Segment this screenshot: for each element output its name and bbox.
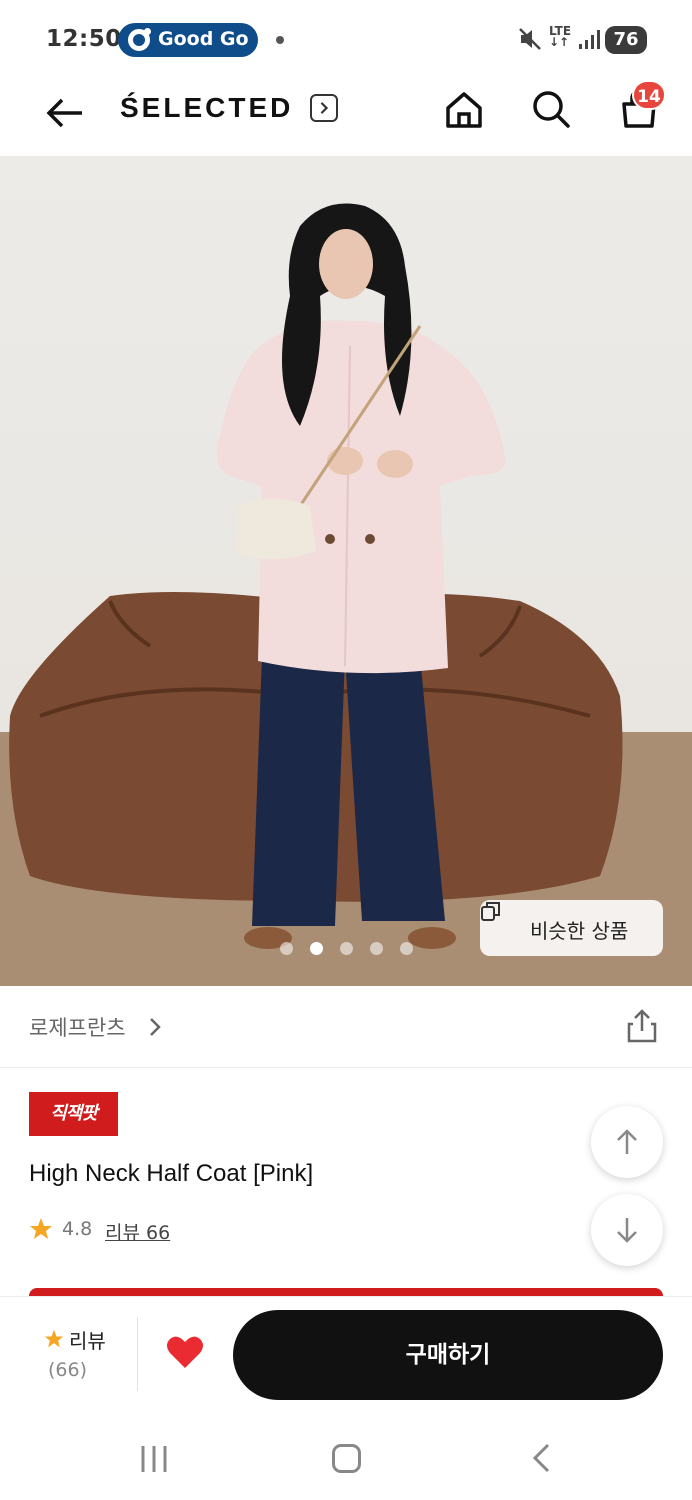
chevron-right-icon[interactable] [310,94,338,122]
buy-button[interactable]: 구매하기 [233,1310,663,1400]
back-nav-icon[interactable] [530,1442,552,1474]
network-type: LTE ↓↑ [549,24,572,49]
store-logo[interactable]: ŚELECTED [120,92,293,124]
battery-indicator: 76 [605,26,647,54]
product-image-gallery[interactable]: 비슷한 상품 [0,156,692,986]
gallery-dot-active[interactable] [310,942,323,955]
app-header: ŚELECTED 14 [0,78,692,156]
brand-row: 로제프란츠 [0,986,692,1068]
system-nav-bar [0,1414,692,1500]
notification-pill[interactable]: Good Go [118,23,258,57]
star-icon [30,1218,52,1239]
network-label: LTE [549,24,572,38]
similar-products-label: 비슷한 상품 [530,919,629,943]
gallery-dot[interactable] [370,942,383,955]
heart-icon[interactable] [166,1335,204,1369]
notification-pill-text: Good Go [158,28,249,50]
gallery-dot[interactable] [340,942,353,955]
product-title: High Neck Half Coat [Pink] [29,1160,314,1187]
app-icon [128,28,151,51]
recent-apps-icon[interactable] [140,1444,168,1474]
chevron-right-icon[interactable] [148,1016,162,1038]
similar-products-button[interactable]: 비슷한 상품 [480,900,663,956]
mute-icon [519,28,541,50]
arrow-down-icon [617,1218,637,1243]
cart-count-badge: 14 [632,80,666,110]
gallery-dot[interactable] [400,942,413,955]
brand-name-link[interactable]: 로제프란츠 [29,1012,126,1042]
promo-badge: 직잭팟 [29,1092,118,1136]
scroll-to-bottom-button[interactable] [591,1194,663,1266]
scroll-to-top-button[interactable] [591,1106,663,1178]
review-label: 리뷰 [69,1329,106,1353]
purchase-bar: 리뷰 (66) 구매하기 [0,1296,692,1414]
arrow-up-icon [617,1129,637,1154]
star-icon [44,1329,64,1348]
status-time: 12:50 [46,26,122,52]
home-icon[interactable] [444,86,484,132]
back-arrow-icon[interactable] [42,90,88,136]
status-bar: 12:50 Good Go LTE ↓↑ 76 [0,0,692,78]
copy-icon [481,902,500,921]
divider [137,1317,138,1391]
review-count: (66) [48,1359,88,1381]
product-photo [0,203,692,986]
gallery-dot[interactable] [280,942,293,955]
home-nav-icon[interactable] [332,1444,361,1473]
search-icon[interactable] [530,86,572,132]
signal-icon [579,30,600,49]
notification-dot [276,36,284,44]
share-icon[interactable] [624,1008,660,1044]
reviews-link[interactable]: 리뷰 66 [105,1218,170,1245]
rating-value: 4.8 [62,1218,93,1240]
